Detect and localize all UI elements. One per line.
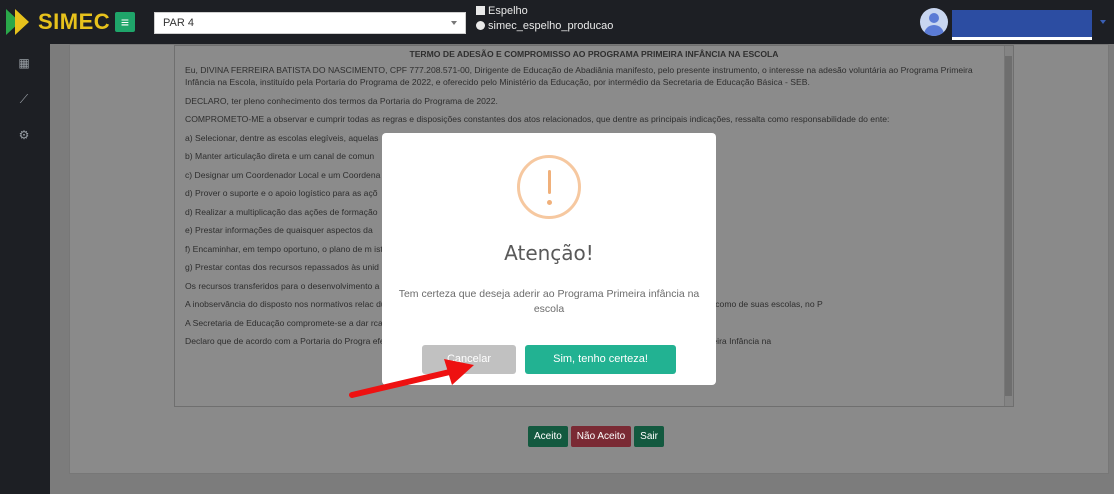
confirm-dialog: Atenção! Tem certeza que deseja aderir a… xyxy=(382,133,716,385)
document-scrollbar[interactable] xyxy=(1004,46,1013,406)
par-select-value: PAR 4 xyxy=(163,17,194,29)
dialog-title: Atenção! xyxy=(504,241,594,265)
simec-logo[interactable]: SIMEC xyxy=(6,8,110,36)
logo-mark xyxy=(6,9,34,35)
warning-icon xyxy=(517,155,581,219)
confirm-button[interactable]: Sim, tenho certeza! xyxy=(525,345,676,374)
reject-button[interactable]: Não Aceito xyxy=(570,426,632,447)
user-menu[interactable] xyxy=(952,10,1092,40)
accept-button[interactable]: Aceito xyxy=(528,426,568,447)
gears-icon[interactable]: ⚙ xyxy=(17,128,31,142)
par-select[interactable]: PAR 4 xyxy=(154,12,466,34)
user-chevron-down-icon[interactable] xyxy=(1100,20,1106,24)
hamburger-icon[interactable]: ≡ xyxy=(115,12,135,32)
term-title: TERMO DE ADESÃO E COMPROMISSO AO PROGRAM… xyxy=(409,49,779,59)
exit-button[interactable]: Sair xyxy=(634,426,664,447)
globe-icon xyxy=(476,21,485,30)
env-db: simec_espelho_producao xyxy=(488,20,614,32)
term-paragraph: DECLARO, ter pleno conhecimento dos term… xyxy=(185,95,498,106)
term-actions: Aceito Não Aceito Sair xyxy=(528,426,664,447)
scrollbar-thumb[interactable] xyxy=(1005,56,1012,396)
grid-icon[interactable]: ▦ xyxy=(17,56,31,70)
sidebar: ▦ ⟋ ⚙ xyxy=(0,44,50,494)
chart-icon[interactable]: ⟋ xyxy=(17,92,31,106)
logo-text: SIMEC xyxy=(38,9,111,34)
database-icon xyxy=(476,6,485,15)
env-name: Espelho xyxy=(488,5,528,17)
term-paragraph: COMPROMETO-ME a observar e cumprir todas… xyxy=(185,114,890,124)
red-arrow-annotation xyxy=(349,359,474,398)
dialog-message: Tem certeza que deseja aderir ao Program… xyxy=(398,288,700,315)
chevron-down-icon xyxy=(451,21,457,25)
environment-info: Espelho simec_espelho_producao xyxy=(476,4,613,34)
avatar[interactable] xyxy=(920,8,948,36)
top-bar: SIMEC ≡ PAR 4 Espelho simec_espelho_prod… xyxy=(0,0,1114,44)
term-paragraph: Eu, DIVINA FERREIRA BATISTA DO NASCIMENT… xyxy=(185,65,973,87)
